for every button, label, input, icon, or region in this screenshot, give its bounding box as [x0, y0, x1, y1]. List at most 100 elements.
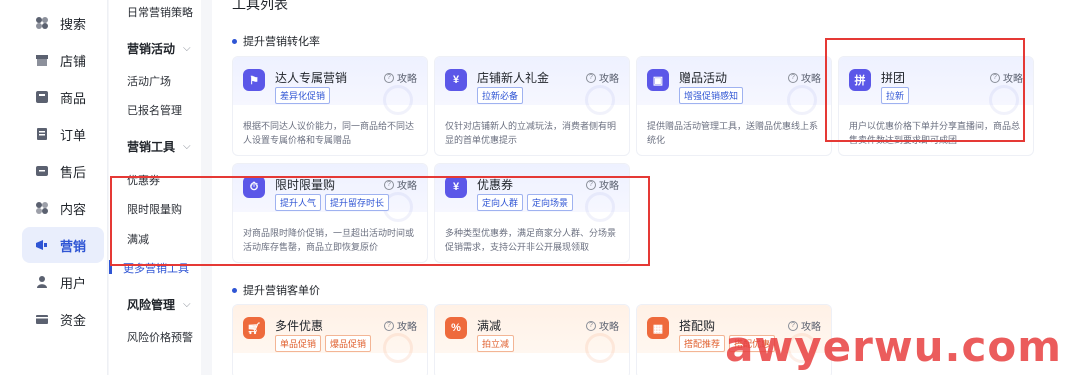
shop-icon	[34, 52, 50, 68]
guide-link[interactable]: ? 攻略	[384, 318, 417, 333]
card-description: 根据不同达人议价能力，同一商品给不同达人设置专属价格和专属赠品	[243, 121, 415, 145]
card-title: 店铺新人礼金	[477, 71, 550, 85]
nav-item-content[interactable]: 内容	[22, 190, 104, 226]
help-icon: ?	[586, 72, 596, 83]
guide-link[interactable]: ? 攻略	[586, 318, 619, 333]
site-watermark: awyerwu.com	[725, 322, 1062, 371]
wallet-icon	[34, 311, 50, 327]
sub-group-label: 营销工具	[127, 140, 176, 154]
card-tag: 搭配推荐	[679, 335, 726, 352]
marketing-icon	[34, 237, 50, 253]
card-title: 满减	[477, 319, 502, 333]
card-title: 赠品活动	[679, 71, 728, 85]
card-title: 达人专属营销	[275, 71, 348, 85]
nav-item-wallet[interactable]: 资金	[22, 301, 104, 337]
highlight-box-group-buy	[825, 38, 1025, 142]
sub-item-activity-square[interactable]: 活动广场	[127, 73, 171, 89]
sub-group-activity[interactable]: 营销活动 ⌵	[127, 40, 191, 57]
content-icon	[34, 200, 50, 216]
section-title-order-value: 提升营销客单价	[232, 282, 320, 298]
guide-label: 攻略	[801, 74, 821, 85]
tool-card-full-reduce[interactable]: % 满减 ? 攻略 拍立减	[434, 304, 630, 375]
chevron-down-icon: ⌵	[183, 43, 191, 54]
nav-label: 售后	[60, 164, 87, 180]
cart-icon: 🛒︎	[243, 317, 265, 339]
gift-icon: ▣	[647, 69, 669, 91]
chevron-down-icon: ⌵	[183, 299, 191, 310]
tool-card-multi-item-discount[interactable]: 🛒︎ 多件优惠 ? 攻略 单品促销 爆品促销	[232, 304, 428, 375]
tool-card-kol-marketing[interactable]: ⚑ 达人专属营销 ? 攻略 差异化促销 根据不同达人议价能力，同一商品给不同达人设…	[232, 56, 428, 156]
nav-item-marketing[interactable]: 营销	[22, 227, 104, 263]
card-tag: 单品促销	[275, 335, 322, 352]
card-description: 提供赠品活动管理工具，送赠品优惠线上系统化	[647, 121, 819, 145]
watermark-circle	[787, 85, 817, 115]
card-tag: 增强促销感知	[679, 87, 744, 104]
bundle-icon: ▦	[647, 317, 669, 339]
section-title-conversion: 提升营销转化率	[232, 33, 320, 49]
nav-label: 搜索	[60, 16, 87, 32]
nav-item-user[interactable]: 用户	[22, 264, 104, 300]
user-icon	[34, 274, 50, 290]
gift-money-icon: ¥	[445, 69, 467, 91]
nav-label: 用户	[60, 275, 87, 291]
nav-item-shop[interactable]: 店铺	[22, 42, 104, 78]
guide-link[interactable]: ? 攻略	[788, 70, 821, 85]
section-label: 提升营销客单价	[243, 285, 320, 297]
app: 搜索 店铺 商品 订单 售后 内容 营销 用户 资金 日常营销策略 营销活动 ⌵…	[0, 0, 1080, 375]
watermark-circle	[383, 333, 413, 363]
bullet-dot	[232, 287, 237, 293]
nav-label: 订单	[60, 127, 87, 143]
guide-label: 攻略	[599, 322, 619, 333]
nav-label: 内容	[60, 201, 87, 217]
nav-item-product[interactable]: 商品	[22, 79, 104, 115]
card-tags: 增强促销感知	[679, 87, 744, 104]
card-title: 多件优惠	[275, 319, 324, 333]
sub-group-risk[interactable]: 风险管理 ⌵	[127, 296, 191, 313]
card-title: 搭配购	[679, 319, 716, 333]
help-icon: ?	[384, 320, 394, 331]
sub-item-risk-price[interactable]: 风险价格预警	[127, 329, 193, 345]
sub-group-label: 营销活动	[127, 42, 176, 56]
search-icon	[34, 15, 50, 31]
tool-card-gift-activity[interactable]: ▣ 赠品活动 ? 攻略 增强促销感知 提供赠品活动管理工具，送赠品优惠线上系统化	[636, 56, 832, 156]
sub-group-tools[interactable]: 营销工具 ⌵	[127, 138, 191, 155]
card-tag: 爆品促销	[325, 335, 372, 352]
discount-tag-icon: %	[445, 317, 467, 339]
watermark-circle	[383, 85, 413, 115]
nav-label: 资金	[60, 312, 87, 328]
section-label: 提升营销转化率	[243, 36, 320, 48]
card-description: 仅针对店铺新人的立减玩法，消费者侧有明显的首单优惠提示	[445, 121, 617, 145]
nav-label: 商品	[60, 90, 87, 106]
sub-item-daily-strategy[interactable]: 日常营销策略	[127, 4, 193, 20]
guide-label: 攻略	[397, 74, 417, 85]
page-title: 工具列表	[232, 0, 288, 12]
primary-nav: 搜索 店铺 商品 订单 售后 内容 营销 用户 资金	[0, 0, 108, 375]
nav-label: 营销	[60, 238, 87, 254]
order-icon	[34, 126, 50, 142]
flag-icon: ⚑	[243, 69, 265, 91]
nav-item-aftersale[interactable]: 售后	[22, 153, 104, 189]
highlight-box-tools	[110, 176, 650, 266]
guide-link[interactable]: ? 攻略	[586, 70, 619, 85]
sub-group-label: 风险管理	[127, 298, 176, 312]
tool-card-new-customer-bonus[interactable]: ¥ 店铺新人礼金 ? 攻略 拉新必备 仅针对店铺新人的立减玩法，消费者侧有明显的首…	[434, 56, 630, 156]
help-icon: ?	[586, 320, 596, 331]
help-icon: ?	[788, 72, 798, 83]
nav-item-search[interactable]: 搜索	[22, 5, 104, 41]
card-tag: 拍立减	[477, 335, 515, 352]
bullet-dot	[232, 38, 237, 44]
product-icon	[34, 89, 50, 105]
guide-label: 攻略	[599, 74, 619, 85]
aftersale-icon	[34, 163, 50, 179]
guide-link[interactable]: ? 攻略	[384, 70, 417, 85]
chevron-down-icon: ⌵	[183, 141, 191, 152]
card-tag: 拉新必备	[477, 87, 524, 104]
nav-label: 店铺	[60, 53, 87, 69]
card-tags: 差异化促销	[275, 87, 331, 104]
card-tag: 差异化促销	[275, 87, 331, 104]
watermark-circle	[585, 85, 615, 115]
card-tags: 拉新必备	[477, 87, 524, 104]
nav-item-order[interactable]: 订单	[22, 116, 104, 152]
sub-item-registered[interactable]: 已报名管理	[127, 102, 182, 118]
watermark-circle	[585, 333, 615, 363]
